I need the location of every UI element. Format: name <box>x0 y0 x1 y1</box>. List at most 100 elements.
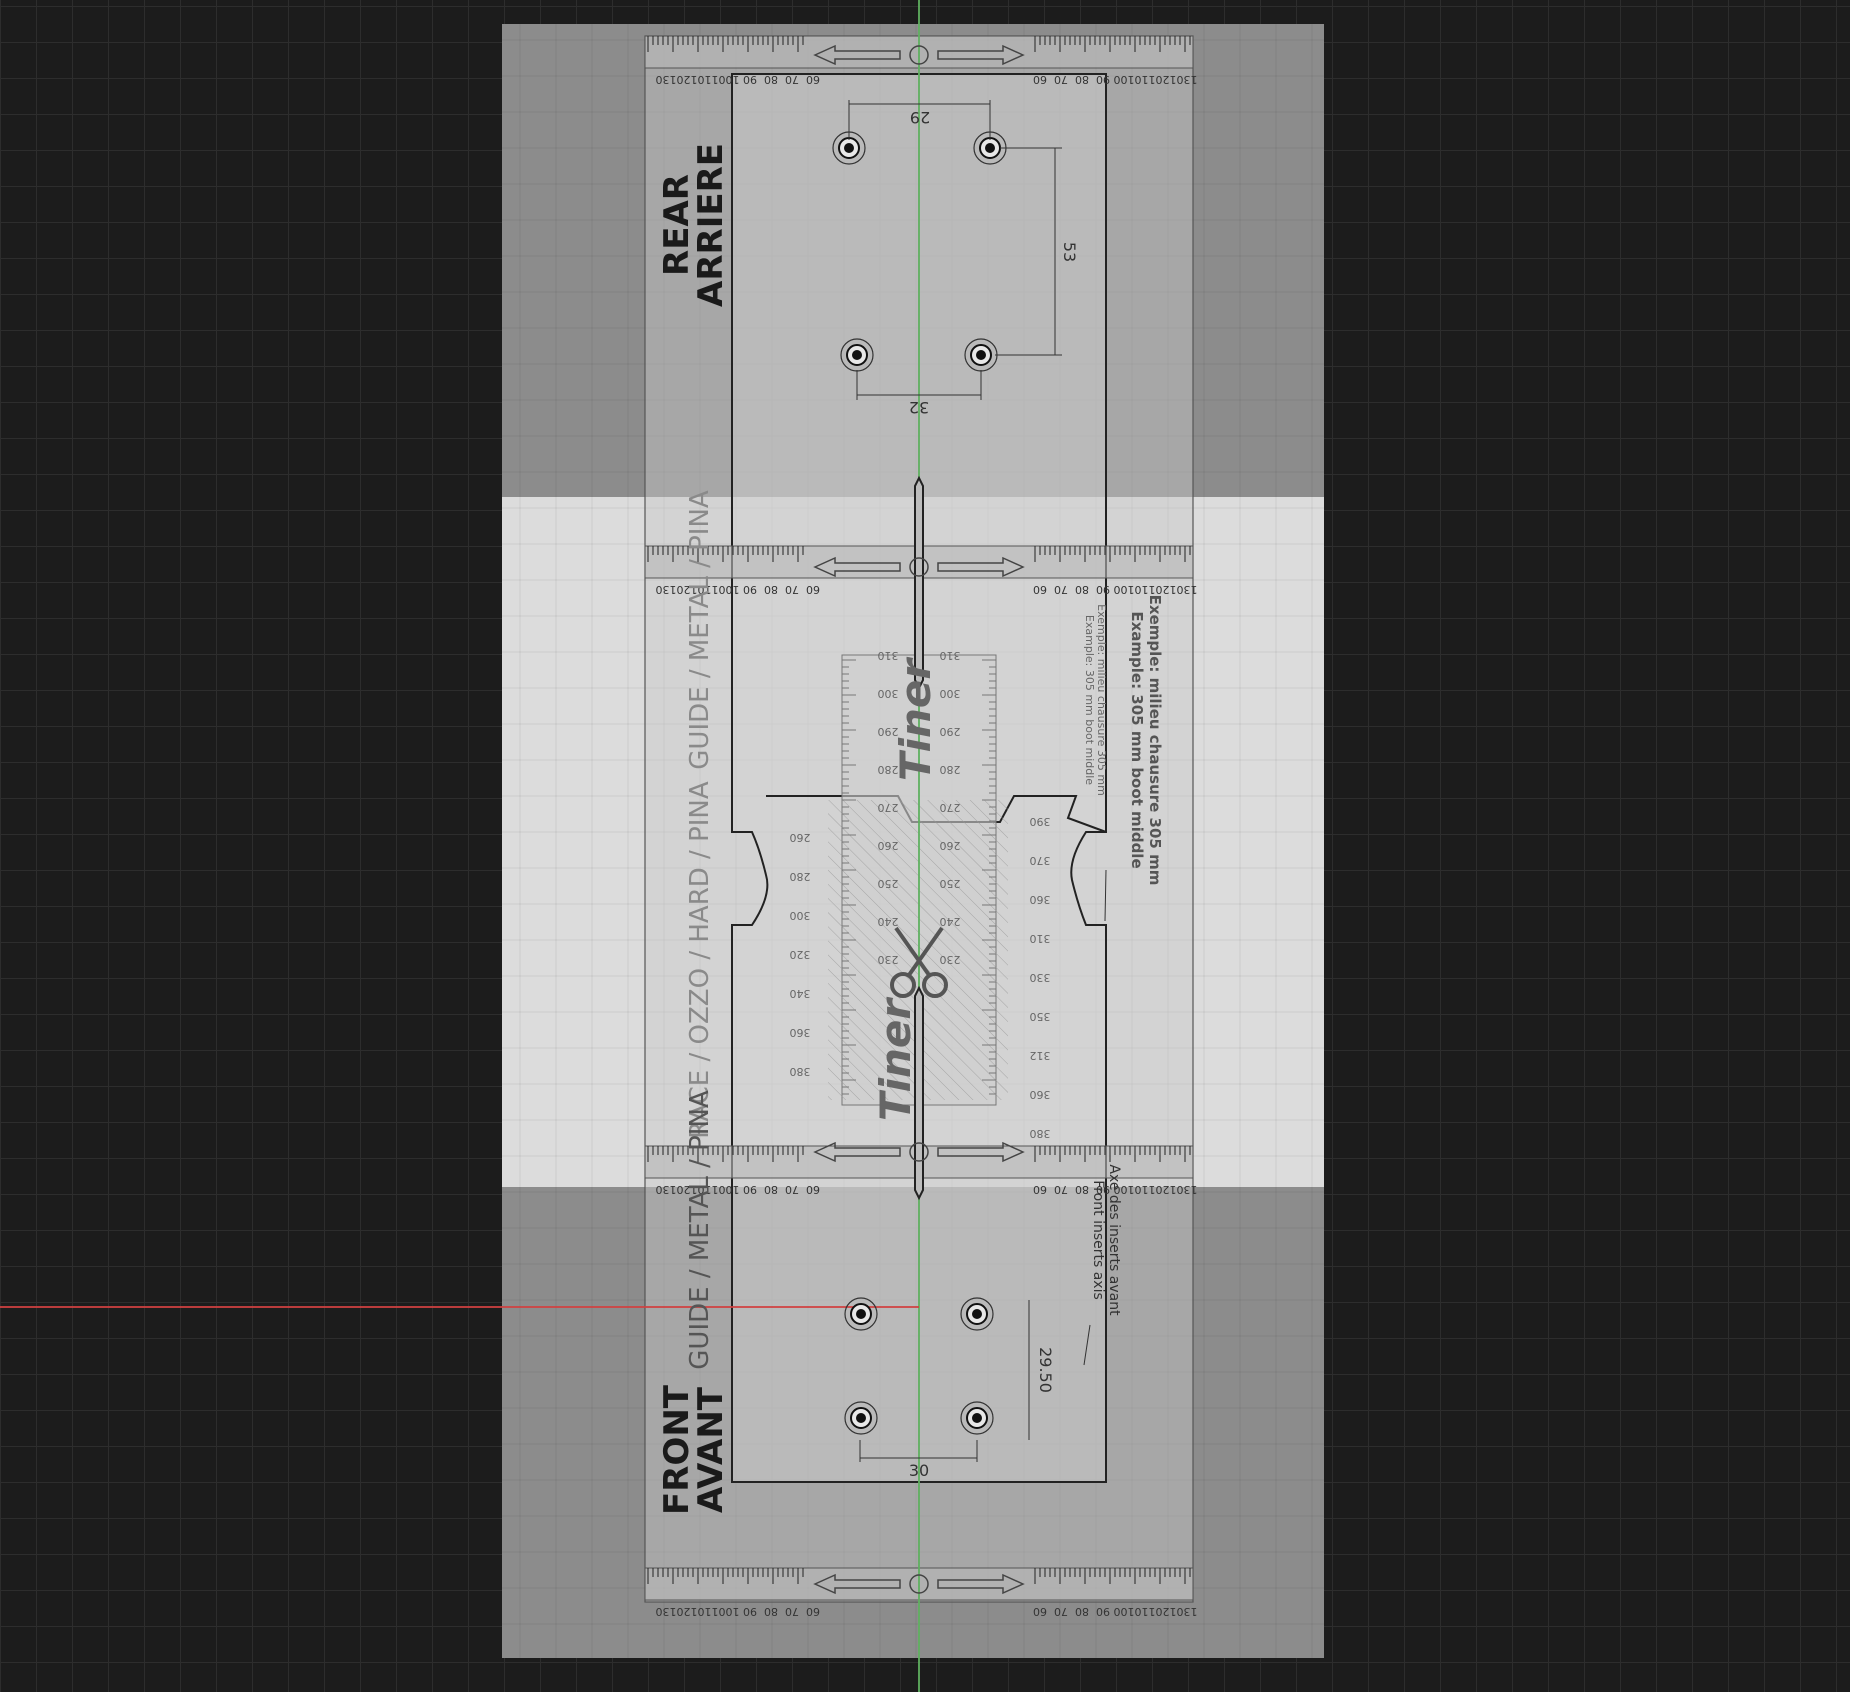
ruler-label: 130 <box>656 1183 677 1196</box>
ruler-label: 80 <box>1075 583 1089 596</box>
scale-label: 290 <box>940 725 961 738</box>
ruler-label: 70 <box>785 1605 799 1618</box>
ruler-label: 90 <box>1096 583 1110 596</box>
ruler-label: 80 <box>764 73 778 86</box>
ruler-label: 130 <box>1177 1183 1198 1196</box>
ruler-label: 90 <box>743 1183 757 1196</box>
scale-label: 300 <box>790 909 811 922</box>
ruler-label: 100 <box>719 1605 740 1618</box>
scale-label: 360 <box>1030 1088 1051 1101</box>
ruler-label: 60 <box>806 1183 820 1196</box>
scale-label: 370 <box>1030 854 1051 867</box>
scale-label: 312 <box>1030 1049 1051 1062</box>
ruler-label: 120 <box>1156 1605 1177 1618</box>
scale-label: 230 <box>878 953 899 966</box>
scale-label: 250 <box>878 877 899 890</box>
ruler-label: 90 <box>1096 1605 1110 1618</box>
ruler-label: 80 <box>764 583 778 596</box>
scale-label: 260 <box>940 839 961 852</box>
scale-label: 250 <box>940 877 961 890</box>
scale-label: 300 <box>940 687 961 700</box>
dim-vertical-spacing: 53 <box>1060 242 1079 262</box>
ruler-label: 70 <box>785 583 799 596</box>
ruler-label: 100 <box>1114 583 1135 596</box>
dim-top-spacing: 29 <box>910 108 930 127</box>
ruler-label: 130 <box>656 1605 677 1618</box>
ruler-label: 60 <box>806 583 820 596</box>
ruler-label: 120 <box>677 1605 698 1618</box>
scale-label: 310 <box>1030 932 1051 945</box>
ruler-label: 110 <box>698 73 719 86</box>
ruler-label: 130 <box>656 583 677 596</box>
ruler-label: 80 <box>1075 1605 1089 1618</box>
label-guide-top: GUIDE / METAL / PINA <box>685 490 715 770</box>
scale-label: 310 <box>940 649 961 662</box>
ruler-label: 70 <box>1054 1605 1068 1618</box>
ruler-label: 110 <box>1135 1183 1156 1196</box>
scale-label: 350 <box>1030 1010 1051 1023</box>
brand-logo-upper: Tiner <box>891 657 940 781</box>
scale-label: 390 <box>1030 815 1051 828</box>
label-arriere: ARRIERE <box>691 143 731 307</box>
ruler-label: 60 <box>1033 1605 1047 1618</box>
ruler-label: 70 <box>1054 583 1068 596</box>
label-guide-bottom: GUIDE / METAL / PINA <box>685 1090 715 1370</box>
ruler-label: 80 <box>1075 73 1089 86</box>
scale-label: 240 <box>940 915 961 928</box>
cad-viewport[interactable]: 130 120 110 100 90 80 70 60 60 70 80 90 100 110 120 130… <box>0 0 1850 1692</box>
ruler-label: 110 <box>1135 73 1156 86</box>
ruler-label: 130 <box>1177 73 1198 86</box>
scale-label: 230 <box>940 953 961 966</box>
ruler-label: 80 <box>1075 1183 1089 1196</box>
ruler-label: 110 <box>698 1605 719 1618</box>
ruler-label: 80 <box>764 1605 778 1618</box>
ruler-label: 100 <box>1114 1605 1135 1618</box>
ruler-label: 100 <box>1114 73 1135 86</box>
scale-label: 330 <box>1030 971 1051 984</box>
scale-label: 260 <box>790 831 811 844</box>
ruler-label: 70 <box>785 73 799 86</box>
label-example-en: Example: 305 mm boot middle <box>1128 611 1146 868</box>
ruler-label: 60 <box>1033 583 1047 596</box>
ruler-label: 100 <box>719 73 740 86</box>
ruler-label: 130 <box>1177 583 1198 596</box>
scale-label: 360 <box>1030 893 1051 906</box>
ruler-label: 60 <box>1033 73 1047 86</box>
label-race: RACE / OZZO / HARD / PINA <box>685 781 715 1139</box>
ruler-label: 130 <box>656 73 677 86</box>
center-slot-upper <box>914 475 924 691</box>
label-example-small-en: Example: 305 mm boot middle <box>1083 615 1096 785</box>
dim-rear-spacing: 32 <box>909 398 929 417</box>
ruler-label: 90 <box>743 73 757 86</box>
ruler-label: 100 <box>719 583 740 596</box>
label-example-fr: Exemple: milieu chausure 305 mm <box>1146 595 1164 886</box>
scale-label: 320 <box>790 948 811 961</box>
ruler-label: 90 <box>1096 73 1110 86</box>
scale-label: 270 <box>940 801 961 814</box>
scale-label: 380 <box>1030 1127 1051 1140</box>
scale-label: 360 <box>790 1026 811 1039</box>
label-axis-fr: Axe des inserts avant <box>1106 1164 1122 1316</box>
ruler-label: 80 <box>764 1183 778 1196</box>
label-avant: AVANT <box>691 1386 731 1513</box>
ruler-label: 110 <box>1135 1605 1156 1618</box>
ruler-label: 60 <box>806 1605 820 1618</box>
ruler-label: 90 <box>743 583 757 596</box>
ruler-label: 60 <box>806 73 820 86</box>
dim-front-vertical: 29.50 <box>1036 1347 1055 1393</box>
scale-label: 260 <box>878 839 899 852</box>
dim-front-spacing: 30 <box>909 1461 929 1480</box>
template-drawing: 130 120 110 100 90 80 70 60 60 70 80 90 100 110 120 130… <box>0 0 1324 1692</box>
scale-label: 280 <box>940 763 961 776</box>
ruler-label: 120 <box>677 73 698 86</box>
ruler-label: 120 <box>1156 73 1177 86</box>
ruler-label: 70 <box>785 1183 799 1196</box>
ruler-label: 70 <box>1054 73 1068 86</box>
ruler-label: 130 <box>1177 1605 1198 1618</box>
label-axis-en: Front inserts axis <box>1090 1180 1106 1300</box>
ruler-label: 70 <box>1054 1183 1068 1196</box>
ruler-label: 100 <box>719 1183 740 1196</box>
ruler-label: 120 <box>1156 1183 1177 1196</box>
ruler-label: 60 <box>1033 1183 1047 1196</box>
scale-label: 380 <box>790 1065 811 1078</box>
